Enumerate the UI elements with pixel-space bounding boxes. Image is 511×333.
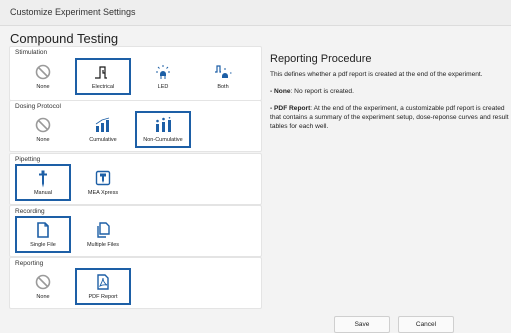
option-label: None <box>36 84 50 90</box>
stimulation-led-option[interactable]: LED <box>135 58 191 95</box>
pipetting-group: Pipetting Manual MEA Xpress <box>9 153 262 205</box>
stimulation-electrical-option[interactable]: Electrical <box>75 58 131 95</box>
option-label: Both <box>217 84 229 90</box>
multiple-files-icon <box>97 222 110 238</box>
dosing-cumulative-option[interactable]: Cumulative <box>75 111 131 148</box>
prohibited-icon <box>35 64 51 80</box>
option-label: Cumulative <box>89 137 117 143</box>
pipette-icon <box>39 170 47 188</box>
option-label: None <box>36 294 50 300</box>
dosing-protocol-label: Dosing Protocol <box>15 103 61 110</box>
non-cumulative-bars-icon <box>156 117 171 132</box>
option-label: Manual <box>33 190 53 196</box>
stimulation-none-option[interactable]: None <box>15 58 71 95</box>
save-button[interactable]: Save <box>334 316 390 333</box>
recording-label: Recording <box>15 208 45 215</box>
option-label: Electrical <box>91 84 115 90</box>
led-icon <box>156 65 170 79</box>
pipetting-label: Pipetting <box>15 156 41 163</box>
page-title: Compound Testing <box>10 31 119 46</box>
recording-group: Recording Single File Multiple Files <box>9 205 262 257</box>
help-none-term: - None <box>270 88 291 95</box>
dosing-none-option[interactable]: None <box>15 111 71 148</box>
pulse-led-icon <box>215 65 232 78</box>
prohibited-icon <box>35 117 51 133</box>
option-label: MEA Xpress <box>87 190 119 196</box>
pulse-icon <box>95 66 107 79</box>
dosing-non-cumulative-option[interactable]: Non-Cumulative <box>135 111 191 148</box>
help-pdf-term: - PDF Report <box>270 105 311 112</box>
help-pdf-description: - PDF Report: At the end of the experime… <box>270 104 510 131</box>
reporting-none-option[interactable]: None <box>15 268 71 305</box>
help-none-text: : No report is created. <box>290 88 354 95</box>
option-label: LED <box>157 84 169 90</box>
reporting-group: Reporting None PDF Report <box>9 257 262 309</box>
recording-multiple-files-option[interactable]: Multiple Files <box>75 216 131 253</box>
single-file-icon <box>37 222 49 238</box>
reporting-pdf-report-option[interactable]: PDF Report <box>75 268 131 305</box>
pdf-report-icon <box>97 274 109 290</box>
help-none-description: - None: No report is created. <box>270 87 510 96</box>
option-label: Multiple Files <box>86 242 120 248</box>
option-label: Non-Cumulative <box>143 137 183 143</box>
stimulation-label: Stimulation <box>15 49 48 56</box>
window-title: Customize Experiment Settings <box>10 7 136 17</box>
stimulation-group: Stimulation None Electrical LED Both <box>9 46 262 101</box>
cumulative-bars-icon <box>95 117 110 132</box>
help-intro: This defines whether a pdf report is cre… <box>270 71 483 78</box>
pipetting-mea-xpress-option[interactable]: MEA Xpress <box>75 164 131 201</box>
recording-single-file-option[interactable]: Single File <box>15 216 71 253</box>
prohibited-icon <box>35 274 51 290</box>
help-title: Reporting Procedure <box>270 53 372 65</box>
cancel-button[interactable]: Cancel <box>398 316 454 333</box>
option-label: PDF Report <box>88 294 118 300</box>
mea-xpress-icon <box>95 170 111 186</box>
dosing-protocol-group: Dosing Protocol None Cumulative Non-Cumu… <box>9 100 262 152</box>
reporting-label: Reporting <box>15 260 44 267</box>
pipetting-manual-option[interactable]: Manual <box>15 164 71 201</box>
title-bar: Customize Experiment Settings <box>0 0 511 26</box>
option-label: None <box>36 137 50 143</box>
option-label: Single File <box>30 242 56 248</box>
stimulation-both-option[interactable]: Both <box>195 58 251 95</box>
